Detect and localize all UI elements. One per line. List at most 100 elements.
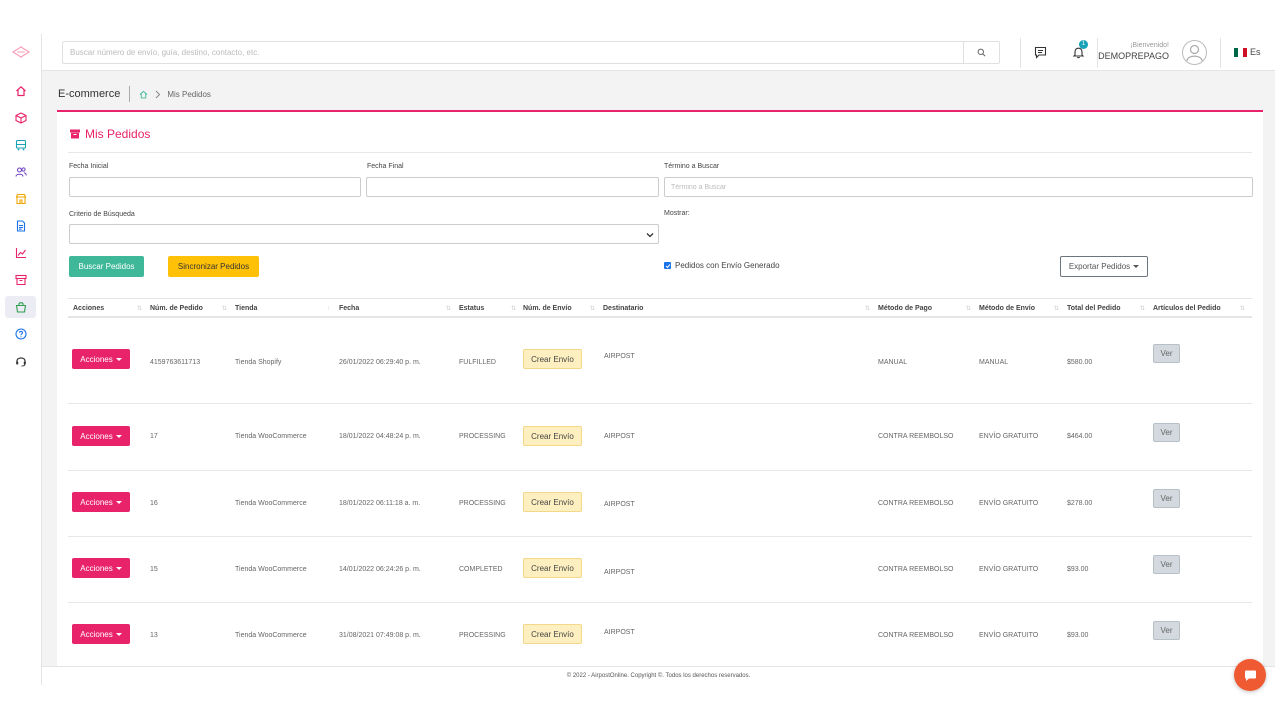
cell-pago: CONTRA REEMBOLSO (878, 566, 954, 573)
checkbox-label: Pedidos con Envío Generado (675, 261, 780, 270)
message-icon (1034, 46, 1046, 59)
sort-desc-icon[interactable]: ↓ (327, 305, 330, 311)
cell-destinatario: AIRPOST (604, 433, 635, 440)
messages-button[interactable] (1032, 44, 1048, 60)
home-icon (15, 85, 26, 97)
header-tienda[interactable]: Tienda (235, 305, 257, 312)
ver-articulos-button[interactable]: Ver (1153, 489, 1180, 508)
notifications-button[interactable]: 1 (1070, 40, 1088, 60)
crear-envio-button[interactable]: Crear Envío (523, 558, 582, 578)
fecha-final-input[interactable] (366, 177, 659, 197)
sidebar-item-contacts[interactable] (5, 161, 36, 183)
sort-icon[interactable]: ⇅ (590, 305, 595, 312)
mostrar-label: Mostrar: (664, 210, 690, 217)
criterio-select[interactable] (69, 224, 659, 244)
header-fecha[interactable]: Fecha (339, 305, 359, 312)
cell-tienda: Tienda WooCommerce (235, 632, 307, 639)
sincronizar-pedidos-button[interactable]: Sincronizar Pedidos (168, 256, 259, 277)
pedidos-envio-checkbox[interactable]: Pedidos con Envío Generado (664, 261, 780, 270)
sort-icon[interactable]: ⇅ (137, 305, 142, 312)
sort-icon[interactable]: ⇅ (511, 305, 516, 312)
header-estatus[interactable]: Estatus (459, 305, 484, 312)
search-input[interactable] (63, 42, 963, 63)
acciones-button[interactable]: Acciones (72, 426, 130, 446)
page-title-text: Mis Pedidos (85, 127, 151, 141)
cell-pedido: 4159763611713 (150, 359, 201, 366)
cell-envio: MANUAL (979, 359, 1009, 366)
box-icon (14, 112, 27, 124)
sort-icon[interactable]: ⇅ (1240, 305, 1245, 312)
caret-down-icon (1133, 265, 1140, 268)
cell-fecha: 18/01/2022 04:48:24 p. m. (339, 433, 421, 440)
buscar-pedidos-button[interactable]: Buscar Pedidos (69, 256, 144, 277)
chat-button[interactable] (1234, 659, 1266, 691)
acciones-button[interactable]: Acciones (72, 624, 130, 644)
cell-estatus: PROCESSING (459, 632, 506, 639)
sidebar-item-packages[interactable] (5, 107, 36, 129)
exportar-label: Exportar Pedidos (1068, 262, 1131, 271)
truck-icon (15, 139, 26, 151)
caret-down-icon (115, 566, 122, 570)
header-total[interactable]: Total del Pedido (1067, 305, 1121, 312)
ver-articulos-button[interactable]: Ver (1153, 423, 1180, 442)
avatar[interactable] (1182, 40, 1207, 65)
sidebar-item-support[interactable] (5, 350, 36, 372)
ver-articulos-button[interactable]: Ver (1153, 621, 1180, 640)
sidebar-item-archive[interactable] (5, 269, 36, 291)
acciones-button[interactable]: Acciones (72, 558, 130, 578)
fecha-inicial-input[interactable] (69, 177, 361, 197)
cell-envio: ENVÍO GRATUITO (979, 632, 1039, 639)
sort-icon[interactable]: ⇅ (1054, 305, 1059, 312)
language-selector[interactable]: Es (1234, 47, 1261, 57)
crear-envio-button[interactable]: Crear Envío (523, 426, 582, 446)
acciones-button[interactable]: Acciones (72, 492, 130, 512)
header-pedido[interactable]: Núm. de Pedido (150, 305, 203, 312)
ver-articulos-button[interactable]: Ver (1153, 555, 1180, 574)
crear-envio-button[interactable]: Crear Envío (523, 492, 582, 512)
cell-tienda: Tienda WooCommerce (235, 566, 307, 573)
sidebar-item-help[interactable] (5, 323, 36, 345)
sort-icon[interactable]: ⇅ (865, 305, 870, 312)
global-search (62, 41, 1000, 64)
header-destinatario[interactable]: Destinatario (603, 305, 643, 312)
acciones-button[interactable]: Acciones (72, 349, 130, 369)
caret-down-icon (115, 500, 122, 504)
sort-icon[interactable]: ⇅ (1140, 305, 1145, 312)
sort-icon[interactable]: ⇅ (966, 305, 971, 312)
fecha-inicial-label: Fecha Inicial (69, 163, 109, 170)
sidebar-item-shipments[interactable] (5, 134, 36, 156)
user-avatar-icon (1186, 44, 1203, 62)
welcome-text: ¡Bienvenido! (1130, 42, 1169, 49)
header-metodo-envio[interactable]: Método de Envío (979, 305, 1035, 312)
orders-card: Mis Pedidos Fecha Inicial Fecha Final Té… (57, 110, 1263, 667)
logo-icon[interactable] (11, 46, 31, 58)
exportar-pedidos-button[interactable]: Exportar Pedidos (1060, 256, 1148, 277)
termino-input[interactable] (664, 177, 1253, 197)
header-articulos[interactable]: Artículos del Pedido (1153, 305, 1221, 312)
sort-icon[interactable]: ⇅ (222, 305, 227, 312)
sort-icon[interactable]: ⇅ (446, 305, 451, 312)
sidebar-item-ecommerce[interactable] (5, 296, 36, 318)
users-icon (14, 167, 27, 177)
search-button[interactable] (963, 42, 999, 63)
header-metodo-pago[interactable]: Método de Pago (878, 305, 932, 312)
cell-pago: CONTRA REEMBOLSO (878, 632, 954, 639)
ver-articulos-button[interactable]: Ver (1153, 344, 1180, 363)
home-icon[interactable] (139, 90, 148, 99)
sidebar-item-reports[interactable] (5, 242, 36, 264)
cell-envio: ENVÍO GRATUITO (979, 500, 1039, 507)
table-row: Acciones 13 Tienda WooCommerce 31/08/2021 0… (68, 603, 1252, 667)
cell-destinatario: AIRPOST (604, 353, 635, 360)
crear-envio-button[interactable]: Crear Envío (523, 624, 582, 644)
cell-pago: MANUAL (878, 359, 908, 366)
topbar: 1 ¡Bienvenido! DEMOPREPAGO Es (42, 34, 1275, 71)
sidebar-item-documents[interactable] (5, 215, 36, 237)
sidebar-item-home[interactable] (5, 80, 36, 102)
table-header: Acciones ⇅ Núm. de Pedido ⇅ Tienda ↓ Fec… (68, 298, 1252, 318)
header-envio[interactable]: Núm. de Envío (523, 305, 572, 312)
cell-envio: ENVÍO GRATUITO (979, 566, 1039, 573)
sidebar-item-store[interactable] (5, 188, 36, 210)
section-title: E-commerce (58, 88, 121, 100)
help-icon (14, 328, 27, 340)
crear-envio-button[interactable]: Crear Envío (523, 349, 582, 369)
